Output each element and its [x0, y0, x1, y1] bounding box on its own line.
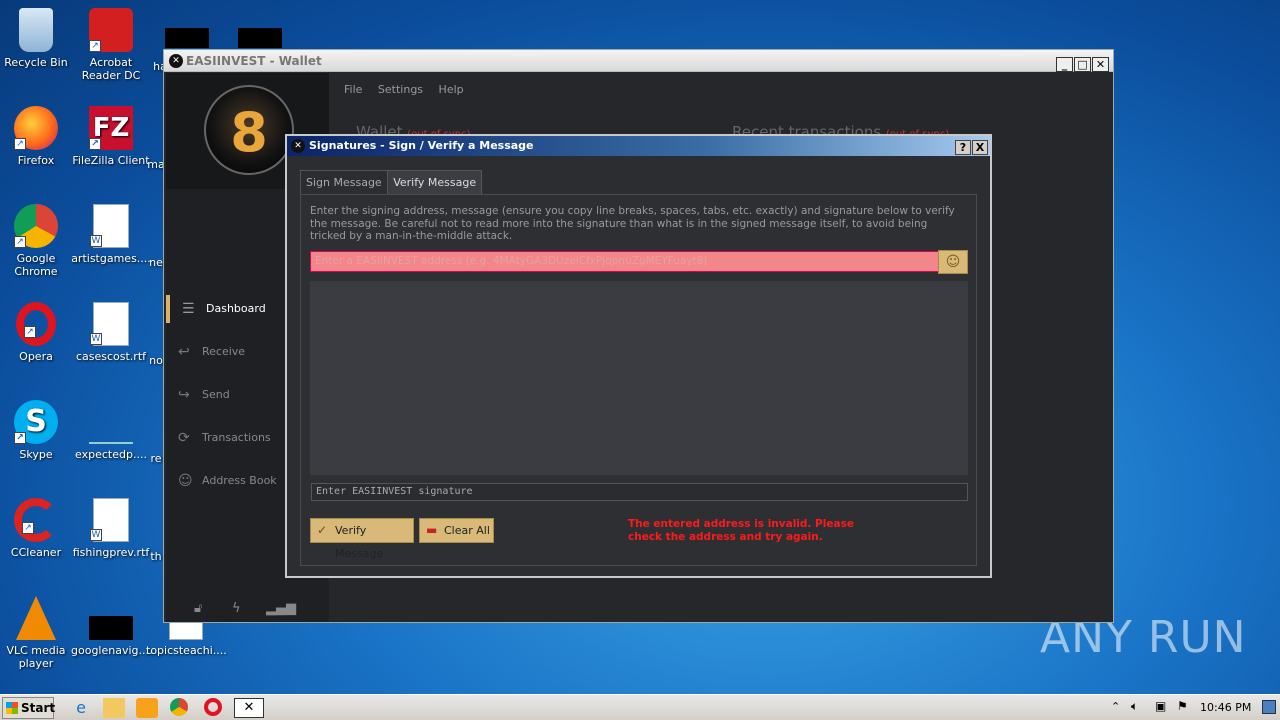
address-book-icon: ☺	[945, 254, 961, 270]
close-button[interactable]: X	[972, 140, 988, 155]
receive-icon: ↩	[178, 344, 190, 360]
flag-icon[interactable]: ⚑	[1177, 699, 1188, 713]
message-textarea[interactable]	[310, 281, 968, 475]
menu-file[interactable]: File	[344, 83, 362, 96]
transactions-icon: ⟳	[178, 430, 190, 446]
help-button[interactable]: ?	[955, 140, 971, 155]
wallet-title: EASIINVEST - Wallet	[186, 54, 322, 68]
desktop-icon-acrobat[interactable]: ↗ Acrobat Reader DC	[71, 8, 151, 82]
desktop-icon-chrome[interactable]: ↗ Google Chrome	[0, 204, 76, 278]
file-icon	[169, 620, 203, 640]
signal-icon: ▂▄▆	[266, 601, 296, 616]
minimize-button[interactable]: _	[1056, 57, 1073, 72]
dashboard-icon: ☰	[182, 301, 195, 317]
app-logo-icon: ✕	[291, 139, 305, 153]
chrome-icon[interactable]	[170, 698, 188, 716]
word-doc-icon: W	[90, 204, 129, 248]
desktop-icon-casescost[interactable]: W casescost.rtf	[71, 302, 151, 363]
word-doc-icon: W	[90, 302, 129, 346]
desktop-icon-ccleaner[interactable]: ↗ CCleaner	[0, 498, 76, 559]
media-player-icon[interactable]	[136, 698, 158, 718]
ie-icon[interactable]: e	[70, 698, 92, 718]
ccleaner-icon: ↗	[14, 498, 58, 542]
volume-icon[interactable]: 🔈︎	[1131, 699, 1138, 714]
tray-expand-icon[interactable]: ⌃	[1111, 700, 1120, 713]
desktop-icon-opera[interactable]: ↗ Opera	[0, 302, 76, 363]
redacted-icon	[165, 28, 209, 48]
close-button[interactable]: ✕	[1092, 57, 1109, 72]
filezilla-icon: FZ ↗	[89, 106, 133, 150]
address-book-button[interactable]: ☺	[938, 250, 968, 274]
dialog-title: Signatures - Sign / Verify a Message	[309, 139, 534, 152]
dialog-tabs: Sign Message Verify Message	[300, 170, 483, 194]
verify-icon: ✓	[317, 523, 328, 537]
wallet-titlebar[interactable]: ✕ EASIINVEST - Wallet _ □ ✕	[164, 50, 1113, 72]
verify-panel: Enter the signing address, message (ensu…	[300, 194, 977, 566]
taskbar: Start e ✕ ⌃ 🔈︎ ▣ ⚑ 10:46 PM	[0, 694, 1280, 720]
file-icon	[89, 616, 133, 640]
vlc-icon	[16, 596, 56, 640]
app-logo-icon: ✕	[169, 54, 183, 68]
instructions-text: Enter the signing address, message (ensu…	[310, 205, 955, 242]
clear-all-button[interactable]: ▬ Clear All	[419, 518, 494, 543]
firefox-icon: ↗	[14, 106, 58, 150]
show-desktop-button[interactable]	[1262, 700, 1276, 714]
desktop-icon-skype[interactable]: S ↗ Skype	[0, 400, 76, 461]
verify-message-button[interactable]: ✓ Verify Message	[310, 518, 414, 560]
desktop-icon-googlenavig[interactable]: googlenavig....	[71, 596, 153, 657]
desktop-icon-fishingprev[interactable]: W fishingprev.rtf	[71, 498, 151, 559]
desktop-icon-firefox[interactable]: ↗ Firefox	[0, 106, 76, 167]
system-tray: ⌃ 🔈︎ ▣ ⚑	[1105, 695, 1280, 720]
clock[interactable]: 10:46 PM	[1200, 701, 1251, 714]
recycle-bin-icon	[19, 8, 53, 52]
skype-icon: S ↗	[14, 400, 58, 444]
opera-icon[interactable]	[204, 698, 222, 716]
send-icon: ↪	[178, 387, 190, 403]
dialog-titlebar[interactable]: ✕ Signatures - Sign / Verify a Message ?…	[287, 136, 990, 156]
eraser-icon: ▬	[426, 523, 438, 537]
address-input[interactable]: Enter a EASIINVEST address (e.g. 4MAtyGA…	[310, 251, 939, 272]
file-icon	[89, 400, 133, 444]
word-doc-icon: W	[90, 498, 129, 542]
error-message: The entered address is invalid. Please c…	[628, 518, 854, 543]
network-icon[interactable]: ▣	[1155, 699, 1166, 713]
redacted-icon	[238, 28, 282, 48]
wallet-task-icon[interactable]: ✕	[234, 698, 264, 718]
windows-logo-icon	[6, 702, 18, 714]
tab-verify-message[interactable]: Verify Message	[387, 170, 483, 194]
explorer-icon[interactable]	[103, 698, 125, 718]
lock-icon[interactable]: 🔓︎	[194, 601, 202, 616]
address-book-icon: ☺	[178, 473, 193, 489]
opera-icon: ↗	[16, 302, 56, 346]
menu-settings[interactable]: Settings	[378, 83, 423, 96]
menu-bar: File Settings Help	[344, 83, 476, 96]
chrome-icon: ↗	[14, 204, 58, 248]
desktop-icon-vlc[interactable]: VLC media player	[0, 596, 76, 670]
acrobat-icon: ↗	[89, 8, 133, 52]
signatures-dialog[interactable]: ✕ Signatures - Sign / Verify a Message ?…	[285, 134, 992, 578]
maximize-button[interactable]: □	[1074, 57, 1091, 72]
signature-input[interactable]: Enter EASIINVEST signature	[311, 483, 968, 501]
wallet-logo: 8	[204, 85, 294, 175]
desktop-icon-artistgames[interactable]: W artistgames....	[71, 204, 151, 265]
desktop-icon-expectedp[interactable]: expectedp....	[71, 400, 151, 461]
tab-sign-message[interactable]: Sign Message	[300, 170, 388, 194]
desktop-icon-recycle-bin[interactable]: Recycle Bin	[0, 8, 76, 69]
staking-icon[interactable]: ϟ	[232, 601, 241, 616]
menu-help[interactable]: Help	[439, 83, 464, 96]
start-button[interactable]: Start	[2, 697, 55, 719]
desktop-icon-filezilla[interactable]: FZ ↗ FileZilla Client	[71, 106, 151, 167]
